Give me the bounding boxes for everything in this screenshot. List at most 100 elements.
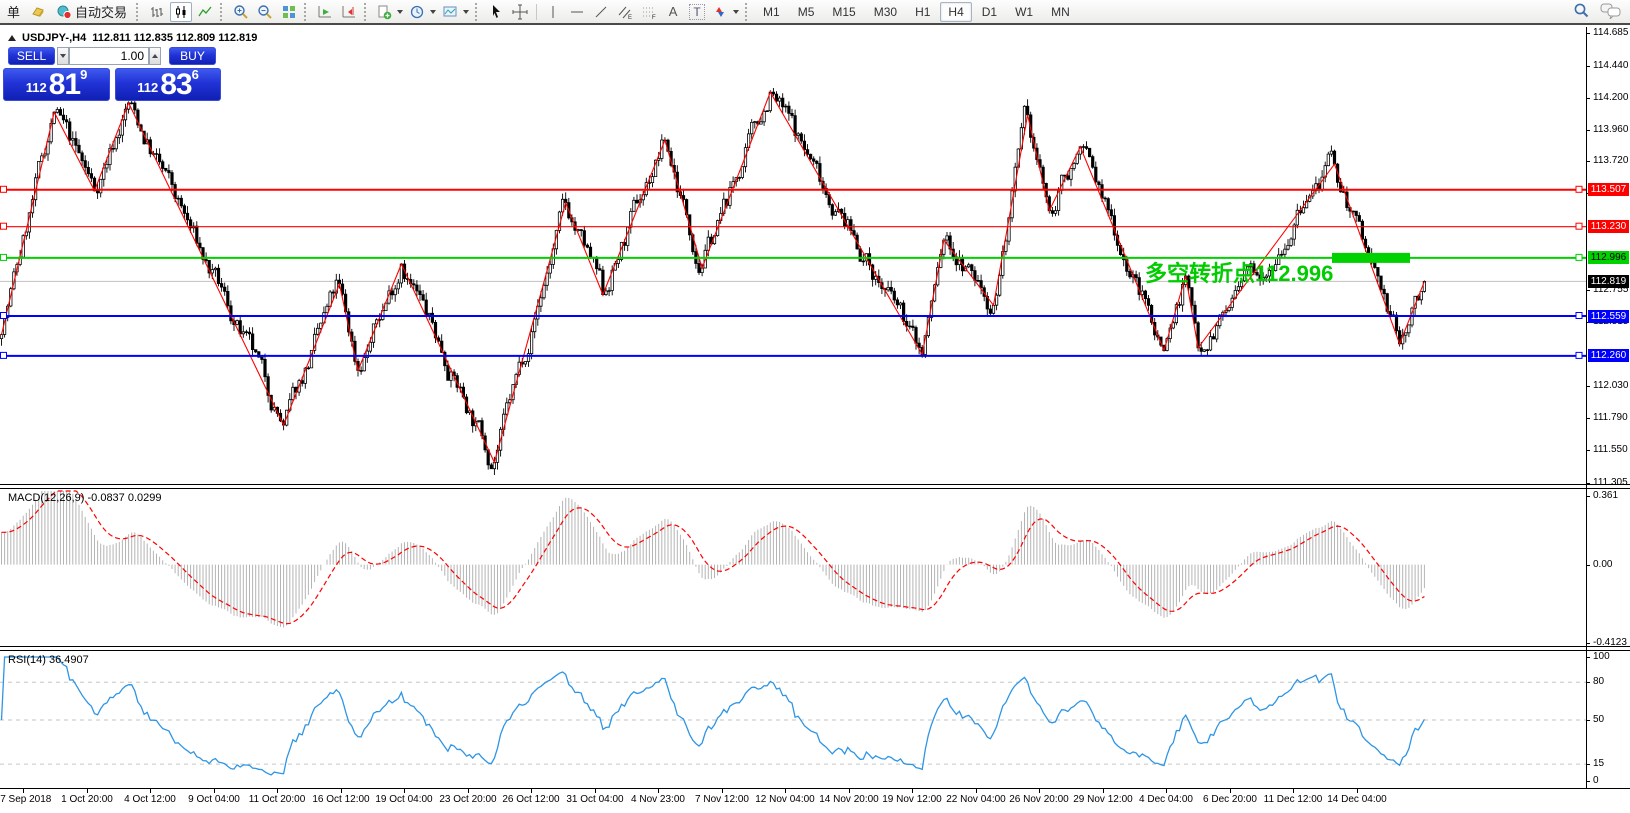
fibonacci-tool-button[interactable]: F [638,2,660,22]
arrows-tool-button[interactable] [710,2,741,22]
axis-label-price: 111.790 [1593,412,1628,423]
auto-scroll-icon [317,4,333,20]
sell-price-big: 81 [49,72,80,98]
label-tool-button[interactable]: T [686,2,708,22]
buy-price-button[interactable]: 112 83 6 [115,68,221,101]
price-axis[interactable]: 114.685114.440114.200113.960113.720113.4… [1587,0,1630,813]
line-handle-left[interactable] [1,313,7,319]
volume-increase-button[interactable] [149,47,161,65]
main-chart-canvas[interactable]: 多空转折点112.996 [0,27,1587,484]
line-handle-left[interactable] [1,186,7,192]
dropdown-caret-icon [430,10,436,14]
sell-price-button[interactable]: 112 81 9 [3,68,110,101]
line-handle-right[interactable] [1576,186,1582,192]
market-watch-button[interactable] [27,2,49,22]
toolbar-grip[interactable] [475,3,481,21]
new-chart-button[interactable] [374,2,405,22]
time-axis[interactable]: 27 Sep 20181 Oct 20:004 Oct 12:009 Oct 0… [0,789,1630,813]
time-tick [1357,789,1358,793]
line-handle-right[interactable] [1576,223,1582,229]
candlestick-mode-button[interactable] [170,2,192,22]
line-handle-left[interactable] [1,254,7,260]
collapse-chart-icon[interactable] [8,35,16,41]
line-handle-right[interactable] [1576,352,1582,358]
time-tick [277,789,278,793]
time-axis-label: 6 Dec 20:00 [1195,794,1265,805]
turning-point-annotation[interactable]: 多空转折点112.996 [1145,261,1333,286]
time-tick [404,789,405,793]
zoom-in-button[interactable] [230,2,252,22]
tab-timeframe-d1[interactable]: D1 [974,2,1005,22]
line-handle-right[interactable] [1576,313,1582,319]
tab-timeframe-m30[interactable]: M30 [866,2,905,22]
vertical-line-tool-button[interactable] [542,2,564,22]
time-tick [595,789,596,793]
time-axis-label: 23 Oct 20:00 [433,794,503,805]
time-axis-label: 1 Oct 20:00 [52,794,122,805]
macd-pane-canvas[interactable] [0,489,1587,646]
tab-timeframe-m5[interactable]: M5 [790,2,823,22]
line-handle-left[interactable] [1,223,7,229]
time-axis-label: 11 Dec 12:00 [1258,794,1328,805]
periods-button[interactable] [407,2,438,22]
highlight-price-segment[interactable] [1332,253,1410,263]
horizontal-level-line-113.507[interactable] [0,186,1587,192]
volume-input[interactable] [69,47,149,65]
toolbar-grip[interactable] [220,3,226,21]
line-chart-icon [197,4,213,20]
volume-decrease-button[interactable] [57,47,69,65]
time-tick [722,789,723,793]
autotrading-button[interactable]: 自动交易 [51,2,132,22]
label-tool-letter: T [689,4,704,20]
sell-price-pip: 9 [80,67,87,82]
axis-label-price: 111.550 [1593,444,1628,455]
buy-button[interactable]: BUY [169,47,216,65]
new-order-button[interactable]: 单 [2,2,25,22]
zoom-out-button[interactable] [254,2,276,22]
chart-shift-icon [341,4,357,20]
channel-tool-button[interactable]: E [614,2,636,22]
auto-scroll-button[interactable] [314,2,336,22]
chart-header: USDJPY-,H4 112.811 112.835 112.809 112.8… [8,32,257,44]
axis-tick [1587,643,1590,644]
trendline-tool-button[interactable] [590,2,612,22]
cursor-icon [488,4,504,20]
sell-button[interactable]: SELL [8,47,55,65]
toolbar-grip[interactable] [304,3,310,21]
text-tool-button[interactable]: A [662,2,684,22]
cursor-tool-button[interactable] [485,2,507,22]
horizontal-level-line-112.260[interactable] [0,352,1587,358]
line-handle-right[interactable] [1576,254,1582,260]
tab-timeframe-w1[interactable]: W1 [1007,2,1041,22]
crosshair-tool-button[interactable] [509,2,531,22]
rsi-pane-canvas[interactable] [0,651,1587,788]
line-chart-mode-button[interactable] [194,2,216,22]
tab-timeframe-m1[interactable]: M1 [755,2,788,22]
horizontal-level-line-112.559[interactable] [0,313,1587,319]
tab-timeframe-h1[interactable]: H1 [907,2,938,22]
chart-shift-button[interactable] [338,2,360,22]
time-axis-label: 4 Dec 04:00 [1131,794,1201,805]
time-axis-label: 19 Oct 04:00 [369,794,439,805]
axis-label-macd: 0.00 [1593,559,1612,570]
tab-timeframe-m15[interactable]: M15 [824,2,863,22]
time-tick [849,789,850,793]
toolbar-grip[interactable] [364,3,370,21]
tab-timeframe-h4[interactable]: H4 [940,2,971,22]
tile-windows-button[interactable] [278,2,300,22]
horizontal-level-line-113.230[interactable] [0,223,1587,229]
time-axis-label: 4 Oct 12:00 [115,794,185,805]
axis-label-macd: 0.361 [1593,490,1618,501]
axis-label-price: 114.200 [1593,92,1628,103]
tab-timeframe-mn[interactable]: MN [1043,2,1078,22]
current-bid-badge: 112.819 [1588,275,1629,288]
templates-button[interactable] [440,2,471,22]
horizontal-line-tool-button[interactable] [566,2,588,22]
line-handle-left[interactable] [1,352,7,358]
toolbar-grip[interactable] [136,3,142,21]
toolbar-grip[interactable] [745,3,751,21]
zoom-out-icon [257,4,273,20]
axis-tick [1587,781,1590,782]
text-tool-letter: A [669,4,678,19]
bar-chart-mode-button[interactable] [146,2,168,22]
